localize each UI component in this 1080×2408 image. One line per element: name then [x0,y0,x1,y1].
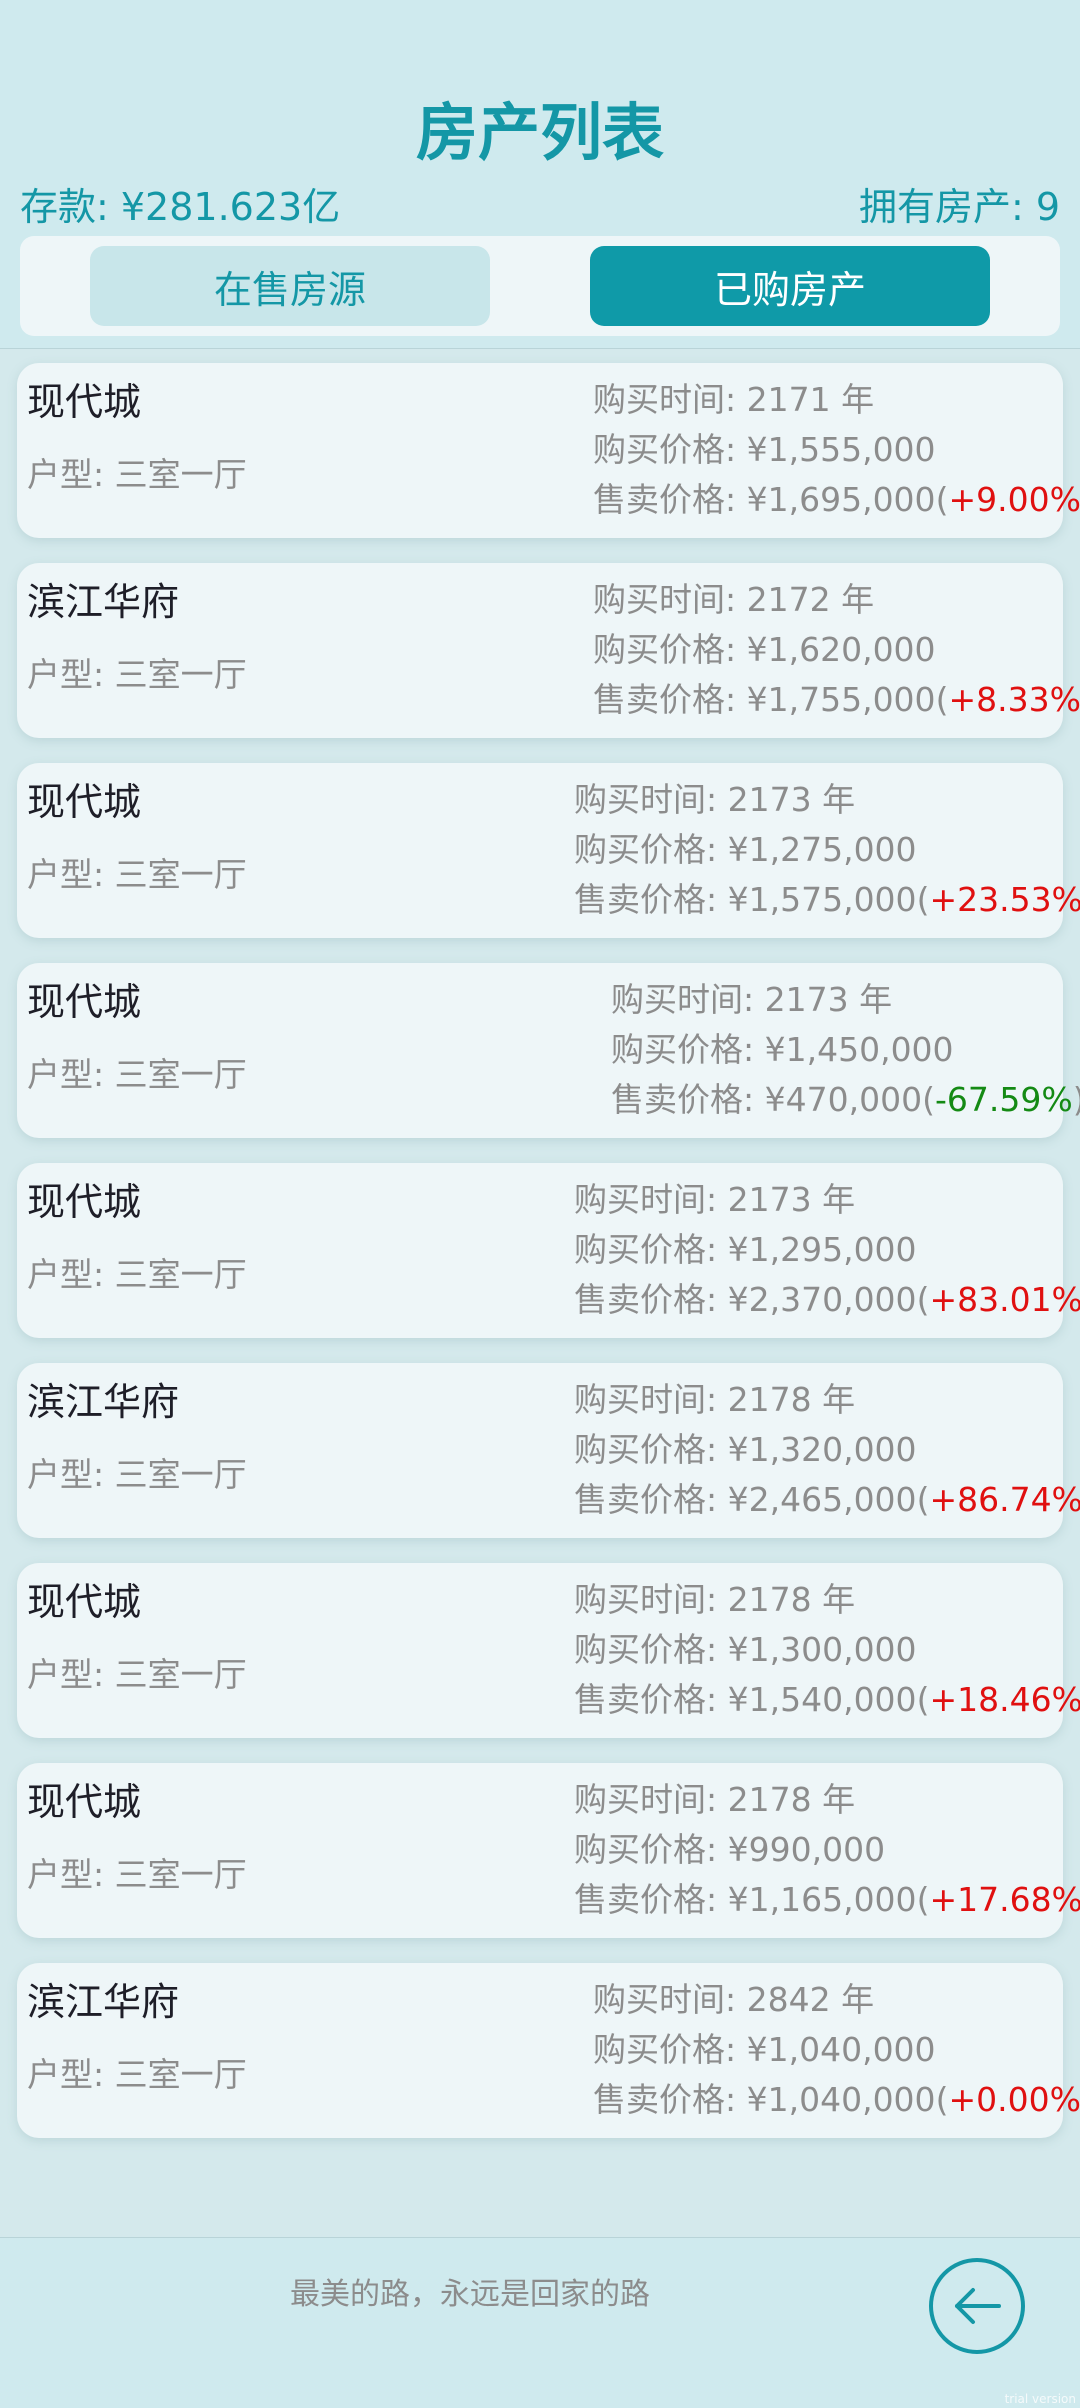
property-name: 现代城 [27,780,142,824]
sale-price: 售卖价格: ¥1,540,000 [574,1680,917,1719]
purchase-price: 购买价格: ¥990,000 [574,1830,886,1869]
property-details: 购买时间: 2178 年 购买价格: ¥1,300,000 售卖价格: ¥1,5… [574,1575,1080,1725]
sale-price: 售卖价格: ¥1,755,000 [593,680,936,719]
sale-price-line: 售卖价格: ¥1,540,000(+18.46%) [574,1675,1080,1725]
purchase-time: 购买时间: 2178 年 [574,1580,856,1619]
arrow-left-circle-icon [955,2288,1001,2324]
property-card[interactable]: 现代城 户型: 三室一厅 购买时间: 2173 年 购买价格: ¥1,275,0… [17,763,1080,938]
trial-watermark: trial version [1004,2392,1076,2406]
property-details: 购买时间: 2172 年 购买价格: ¥1,620,000 售卖价格: ¥1,7… [593,575,1080,725]
sale-price: 售卖价格: ¥2,370,000 [574,1280,917,1319]
sale-price-line: 售卖价格: ¥1,695,000(+9.00%) [593,480,1080,519]
purchase-time: 购买时间: 2173 年 [611,980,893,1019]
price-change: -67.59% [934,1080,1073,1119]
property-layout: 户型: 三室一厅 [27,2055,247,2094]
property-layout: 户型: 三室一厅 [27,855,247,894]
sale-price: 售卖价格: ¥470,000 [611,1080,923,1119]
sale-price-line: 售卖价格: ¥470,000(-67.59%) [611,1080,1080,1119]
sale-price-line: 售卖价格: ¥2,465,000(+86.74%) [574,1475,1080,1525]
property-details: 购买时间: 2173 年 购买价格: ¥1,450,000 售卖价格: ¥470… [611,975,1080,1125]
property-name: 滨江华府 [27,580,180,624]
sale-price-line: 售卖价格: ¥1,040,000(+0.00%) [593,2080,1080,2119]
price-change: +17.68% [929,1880,1080,1919]
owned-count: 拥有房产: 9 [858,185,1060,229]
tab-purchased[interactable]: 已购房产 [590,246,990,326]
property-layout: 户型: 三室一厅 [27,1455,247,1494]
property-details: 购买时间: 2178 年 购买价格: ¥1,320,000 售卖价格: ¥2,4… [574,1375,1080,1525]
purchase-time: 购买时间: 2171 年 [593,380,875,419]
sale-price: 售卖价格: ¥1,165,000 [574,1880,917,1919]
purchase-time: 购买时间: 2173 年 [574,1180,856,1219]
property-name: 现代城 [27,1780,142,1824]
property-name: 现代城 [27,380,142,424]
property-card[interactable]: 现代城 户型: 三室一厅 购买时间: 2171 年 购买价格: ¥1,555,0… [17,363,1080,538]
property-details: 购买时间: 2842 年 购买价格: ¥1,040,000 售卖价格: ¥1,0… [593,1975,1080,2125]
sale-price: 售卖价格: ¥1,040,000 [593,2080,936,2119]
property-layout: 户型: 三室一厅 [27,1855,247,1894]
sale-price-line: 售卖价格: ¥1,755,000(+8.33%) [593,680,1080,719]
property-card[interactable]: 现代城 户型: 三室一厅 购买时间: 2173 年 购买价格: ¥1,295,0… [17,1163,1080,1338]
property-layout: 户型: 三室一厅 [27,1655,247,1694]
purchase-time: 购买时间: 2172 年 [593,580,875,619]
property-layout: 户型: 三室一厅 [27,1055,247,1094]
back-button[interactable] [929,2258,1025,2354]
purchase-price: 购买价格: ¥1,040,000 [593,2030,936,2069]
sale-price-line: 售卖价格: ¥1,165,000(+17.68%) [574,1875,1080,1925]
sale-price: 售卖价格: ¥1,695,000 [593,480,936,519]
sale-price: 售卖价格: ¥1,575,000 [574,880,917,919]
property-card[interactable]: 现代城 户型: 三室一厅 购买时间: 2178 年 购买价格: ¥1,300,0… [17,1563,1080,1738]
price-change: +0.00% [948,2080,1080,2119]
property-details: 购买时间: 2178 年 购买价格: ¥990,000 售卖价格: ¥1,165… [574,1775,1080,1925]
purchase-price: 购买价格: ¥1,275,000 [574,830,917,869]
purchase-time: 购买时间: 2173 年 [574,780,856,819]
price-change: +23.53% [929,880,1080,919]
property-details: 购买时间: 2171 年 购买价格: ¥1,555,000 售卖价格: ¥1,6… [593,375,1080,525]
purchase-price: 购买价格: ¥1,295,000 [574,1230,917,1269]
price-change: +86.74% [929,1480,1080,1519]
purchase-price: 购买价格: ¥1,320,000 [574,1430,917,1469]
purchase-time: 购买时间: 2178 年 [574,1780,856,1819]
sale-price: 售卖价格: ¥2,465,000 [574,1480,917,1519]
purchase-price: 购买价格: ¥1,555,000 [593,430,936,469]
property-card[interactable]: 滨江华府 户型: 三室一厅 购买时间: 2178 年 购买价格: ¥1,320,… [17,1363,1080,1538]
property-card[interactable]: 现代城 户型: 三室一厅 购买时间: 2173 年 购买价格: ¥1,450,0… [17,963,1080,1138]
purchase-time: 购买时间: 2842 年 [593,1980,875,2019]
purchase-price: 购买价格: ¥1,620,000 [593,630,936,669]
savings-balance: 存款: ¥281.623亿 [20,185,341,229]
property-details: 购买时间: 2173 年 购买价格: ¥1,275,000 售卖价格: ¥1,5… [574,775,1080,925]
sale-price-line: 售卖价格: ¥2,370,000(+83.01%) [574,1275,1080,1325]
property-details: 购买时间: 2173 年 购买价格: ¥1,295,000 售卖价格: ¥2,3… [574,1175,1080,1325]
purchase-time: 购买时间: 2178 年 [574,1380,856,1419]
price-change: +9.00% [948,480,1080,519]
sale-price-line: 售卖价格: ¥1,575,000(+23.53%) [574,875,1080,925]
property-layout: 户型: 三室一厅 [27,1255,247,1294]
property-card[interactable]: 滨江华府 户型: 三室一厅 购买时间: 2172 年 购买价格: ¥1,620,… [17,563,1080,738]
purchase-price: 购买价格: ¥1,450,000 [611,1030,954,1069]
page-title: 房产列表 [415,96,664,169]
property-name: 现代城 [27,1180,142,1224]
app-screen: 房产列表 存款: ¥281.623亿 拥有房产: 9 在售房源 已购房产 现代城… [0,0,1080,2408]
price-change: +8.33% [948,680,1080,719]
purchase-price: 购买价格: ¥1,300,000 [574,1630,917,1669]
price-change: +18.46% [929,1680,1080,1719]
property-layout: 户型: 三室一厅 [27,655,247,694]
property-name: 现代城 [27,980,142,1024]
price-change: +83.01% [929,1280,1080,1319]
tab-for-sale[interactable]: 在售房源 [90,246,490,326]
property-card[interactable]: 滨江华府 户型: 三室一厅 购买时间: 2842 年 购买价格: ¥1,040,… [17,1963,1080,2138]
property-name: 现代城 [27,1580,142,1624]
property-layout: 户型: 三室一厅 [27,455,247,494]
property-list[interactable]: 现代城 户型: 三室一厅 购买时间: 2171 年 购买价格: ¥1,555,0… [0,348,1080,2238]
footer-motto: 最美的路，永远是回家的路 [290,2277,650,2312]
tab-bar: 在售房源 已购房产 [20,236,1060,336]
property-name: 滨江华府 [27,1980,180,2024]
property-name: 滨江华府 [27,1380,180,1424]
property-card[interactable]: 现代城 户型: 三室一厅 购买时间: 2178 年 购买价格: ¥990,000… [17,1763,1080,1938]
